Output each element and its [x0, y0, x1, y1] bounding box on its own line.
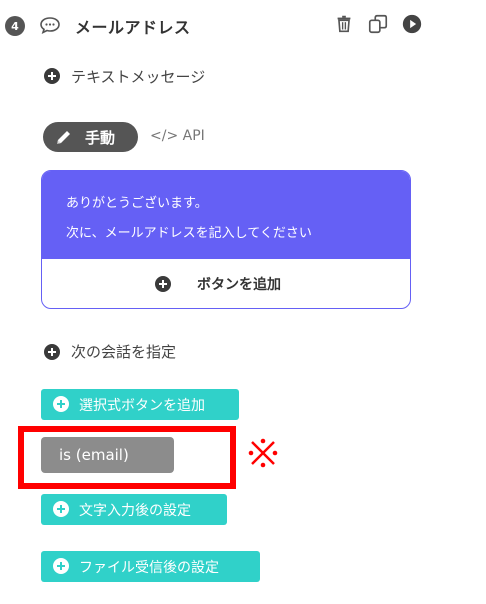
highlight-box — [18, 426, 236, 489]
after-text-input-button[interactable]: 文字入力後の設定 — [41, 494, 227, 525]
copy-icon[interactable] — [367, 13, 389, 35]
message-line-2: 次に、メールアドレスを記入してください — [66, 226, 312, 241]
plus-circle-icon — [53, 558, 69, 574]
add-choice-button[interactable]: 選択式ボタンを追加 — [41, 389, 239, 420]
step-title: メールアドレス — [75, 18, 191, 37]
api-mode-link[interactable]: </> API — [150, 128, 205, 144]
step-number-badge: 4 — [5, 16, 25, 36]
plus-circle-icon — [53, 501, 69, 517]
manual-mode-toggle[interactable]: 手動 — [43, 122, 138, 152]
message-line-1: ありがとうございます。 — [66, 196, 208, 211]
message-card: ありがとうございます。 次に、メールアドレスを記入してください ボタンを追加 — [41, 170, 411, 309]
pencil-icon — [57, 131, 70, 144]
plus-circle-icon — [53, 396, 69, 412]
add-button-icon — [155, 276, 171, 292]
chat-bubble-icon — [40, 17, 60, 35]
add-choice-label: 選択式ボタンを追加 — [79, 397, 205, 414]
text-message-label[interactable]: テキストメッセージ — [71, 66, 205, 87]
add-button-row[interactable]: ボタンを追加 — [42, 259, 410, 308]
next-conversation-icon[interactable] — [44, 344, 60, 360]
after-file-upload-button[interactable]: ファイル受信後の設定 — [41, 551, 260, 582]
manual-mode-label: 手動 — [85, 128, 116, 147]
message-bubble[interactable]: ありがとうございます。 次に、メールアドレスを記入してください — [42, 171, 410, 259]
reference-mark-icon — [248, 438, 278, 468]
trash-icon[interactable] — [333, 13, 355, 35]
after-file-upload-label: ファイル受信後の設定 — [79, 559, 219, 576]
after-text-input-label: 文字入力後の設定 — [79, 502, 191, 519]
next-conversation-label[interactable]: 次の会話を指定 — [71, 341, 176, 362]
add-text-message-icon[interactable] — [44, 68, 60, 84]
play-icon[interactable] — [401, 13, 423, 35]
add-button-label: ボタンを追加 — [197, 276, 281, 293]
